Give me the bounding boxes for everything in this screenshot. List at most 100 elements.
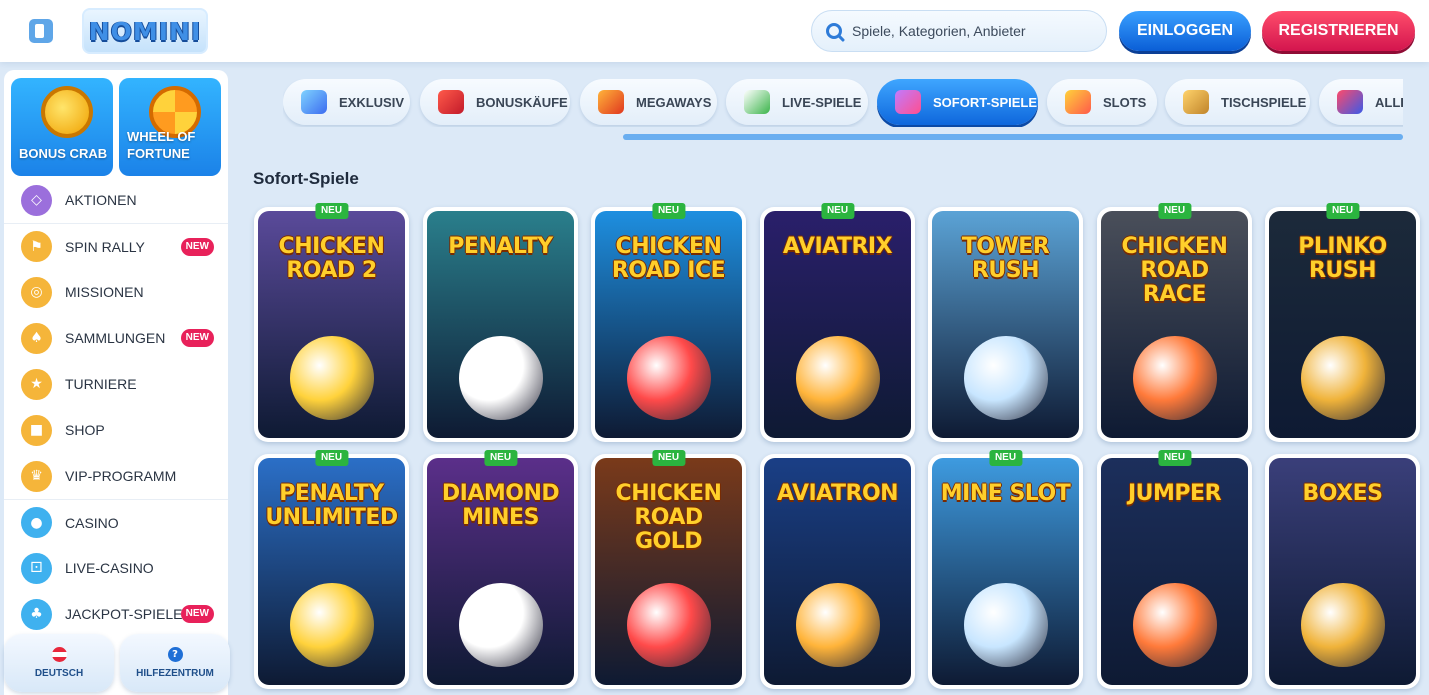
sidebar-toggle-icon[interactable]	[29, 19, 53, 43]
promo-label: BONUS CRAB	[19, 146, 108, 161]
game-artwork-icon	[963, 583, 1048, 667]
game-card[interactable]: Aviatron	[760, 454, 915, 689]
game-artwork-icon	[1300, 583, 1385, 667]
search-input[interactable]	[852, 23, 1092, 39]
sidebar-item-shop[interactable]: ■ SHOP	[4, 407, 228, 453]
game-title: Aviatrix	[782, 234, 893, 259]
game-card[interactable]: NEU PENALTY UNLIMITED	[254, 450, 409, 689]
game-card[interactable]: PENALTY	[423, 207, 578, 442]
tabs-scrollbar[interactable]	[623, 134, 1403, 140]
game-thumbnail: PENALTY UNLIMITED	[258, 458, 405, 685]
game-artwork-icon	[289, 583, 374, 667]
clover-icon: ♣	[21, 598, 52, 630]
dice-icon: ⚀	[21, 552, 52, 584]
new-badge: NEU	[651, 203, 686, 219]
cherries-icon: ●	[21, 507, 52, 538]
crown-icon: ♛	[21, 460, 52, 492]
new-badge: NEU	[1325, 203, 1360, 219]
game-card[interactable]: NEU Aviatrix	[760, 203, 915, 442]
sidebar-item-casino[interactable]: ● CASINO	[4, 499, 228, 545]
category-tabs: EXKLUSIV BONUSKÄUFE MEGAWAYS LIVE-SPIELE…	[283, 79, 1403, 127]
register-button[interactable]: REGISTRIEREN	[1262, 11, 1415, 51]
crab-coin-icon	[41, 86, 93, 138]
game-card[interactable]: NEU CHICKEN ROAD 2	[254, 203, 409, 442]
game-thumbnail: CHICKEN ROAD 2	[258, 211, 405, 438]
sidebar-item-turniere[interactable]: ★ TURNIERE	[4, 361, 228, 407]
tab-label: ALLE	[1375, 94, 1403, 110]
help-center-button[interactable]: ? HILFEZENTRUM	[120, 634, 230, 692]
game-card[interactable]: NEU MINE SLOT	[928, 450, 1083, 689]
nomini-logo[interactable]: NOMINI	[82, 8, 208, 54]
tab-slots[interactable]: SLOTS	[1047, 79, 1157, 125]
new-badge: NEU	[1157, 450, 1192, 466]
promo-wheel-of-fortune[interactable]: WHEEL OF FORTUNE	[119, 78, 221, 176]
top-header: NOMINI EINLOGGEN REGISTRIEREN	[0, 0, 1429, 62]
game-card[interactable]: BOXES	[1265, 454, 1420, 689]
sidebar-item-spin-rally[interactable]: ⚑ SPIN RALLY NEW	[4, 223, 228, 269]
sidebar-item-label: SAMMLUNGEN	[65, 330, 166, 346]
tab-bonuskaeufe[interactable]: BONUSKÄUFE	[420, 79, 570, 125]
sidebar: BONUS CRAB WHEEL OF FORTUNE ◇ AKTIONEN ⚑…	[4, 70, 228, 695]
search-box[interactable]	[811, 10, 1107, 52]
game-thumbnail: Aviatron	[764, 458, 911, 685]
game-card[interactable]: NEU JUMPER	[1097, 450, 1252, 689]
game-artwork-icon	[1300, 336, 1385, 420]
game-thumbnail: PENALTY	[427, 211, 574, 438]
game-artwork-icon	[626, 583, 711, 667]
sidebar-item-sammlungen[interactable]: ♠ SAMMLUNGEN NEW	[4, 315, 228, 361]
game-card[interactable]: NEU CHICKEN ROAD ICE	[591, 203, 746, 442]
game-artwork-icon	[626, 336, 711, 420]
game-card[interactable]: NEU CHICKEN ROAD RACE	[1097, 203, 1252, 442]
sidebar-item-vip-programm[interactable]: ♛ VIP-PROGRAMM	[4, 453, 228, 499]
game-artwork-icon	[1132, 583, 1217, 667]
game-thumbnail: DIAMOND MINES	[427, 458, 574, 685]
game-title: BOXES	[1302, 481, 1383, 506]
game-title: Aviatron	[776, 481, 899, 506]
tab-alle[interactable]: ALLE	[1319, 79, 1403, 125]
tab-sofort-spiele[interactable]: SOFORT-SPIELE	[877, 79, 1038, 125]
tab-label: LIVE-SPIELE	[782, 94, 862, 110]
sidebar-item-label: LIVE-CASINO	[65, 560, 154, 576]
game-card[interactable]: NEU CHICKEN ROAD Gold	[591, 450, 746, 689]
game-card[interactable]: NEU DIAMOND MINES	[423, 450, 578, 689]
help-icon: ?	[167, 647, 183, 662]
tab-label: SLOTS	[1103, 94, 1147, 110]
tab-live-spiele[interactable]: LIVE-SPIELE	[726, 79, 868, 125]
sidebar-item-label: SPIN RALLY	[65, 238, 145, 255]
game-title: JUMPER	[1127, 481, 1222, 506]
promo-bonus-crab[interactable]: BONUS CRAB	[11, 78, 113, 176]
sidebar-item-missionen[interactable]: ◎ MISSIONEN	[4, 269, 228, 315]
game-artwork-icon	[963, 336, 1048, 420]
game-card[interactable]: NEU PLINKO RUSH	[1265, 203, 1420, 442]
game-thumbnail: PLINKO RUSH	[1269, 211, 1416, 438]
game-title: PENALTY	[448, 234, 553, 259]
new-badge: NEW	[180, 605, 214, 623]
game-thumbnail: JUMPER	[1101, 458, 1248, 685]
game-thumbnail: MINE SLOT	[932, 458, 1079, 685]
language-button[interactable]: DEUTSCH	[4, 634, 114, 692]
game-thumbnail: CHICKEN ROAD RACE	[1101, 211, 1248, 438]
game-card[interactable]: TOWER RUSH	[928, 207, 1083, 442]
sidebar-item-jackpot-spiele[interactable]: ♣ JACKPOT-SPIELE NEW	[4, 591, 228, 637]
game-title: PENALTY UNLIMITED	[265, 481, 398, 530]
login-button[interactable]: EINLOGGEN	[1119, 11, 1251, 51]
sidebar-item-aktionen[interactable]: ◇ AKTIONEN	[4, 177, 228, 223]
sidebar-item-label: AKTIONEN	[65, 192, 137, 208]
flag-icon: ⚑	[21, 231, 52, 262]
game-title: DIAMOND MINES	[441, 481, 560, 530]
all-games-icon	[1337, 90, 1363, 114]
sidebar-item-live-casino[interactable]: ⚀ LIVE-CASINO	[4, 545, 228, 591]
sidebar-item-label: MISSIONEN	[65, 284, 144, 300]
tab-label: SOFORT-SPIELE	[933, 94, 1038, 110]
tab-megaways[interactable]: MEGAWAYS	[580, 79, 717, 125]
new-badge: NEW	[180, 329, 214, 347]
tab-tischspiele[interactable]: TISCHSPIELE	[1165, 79, 1310, 125]
scrollbar-thumb[interactable]	[623, 134, 1403, 140]
new-badge: NEU	[820, 203, 855, 219]
search-icon	[826, 23, 842, 39]
new-badge: NEU	[988, 450, 1023, 466]
austria-flag-icon	[51, 647, 67, 662]
tab-exklusiv[interactable]: EXKLUSIV	[283, 79, 410, 125]
cards-icon: ♠	[21, 322, 52, 354]
logo-text: NOMINI	[88, 16, 202, 46]
